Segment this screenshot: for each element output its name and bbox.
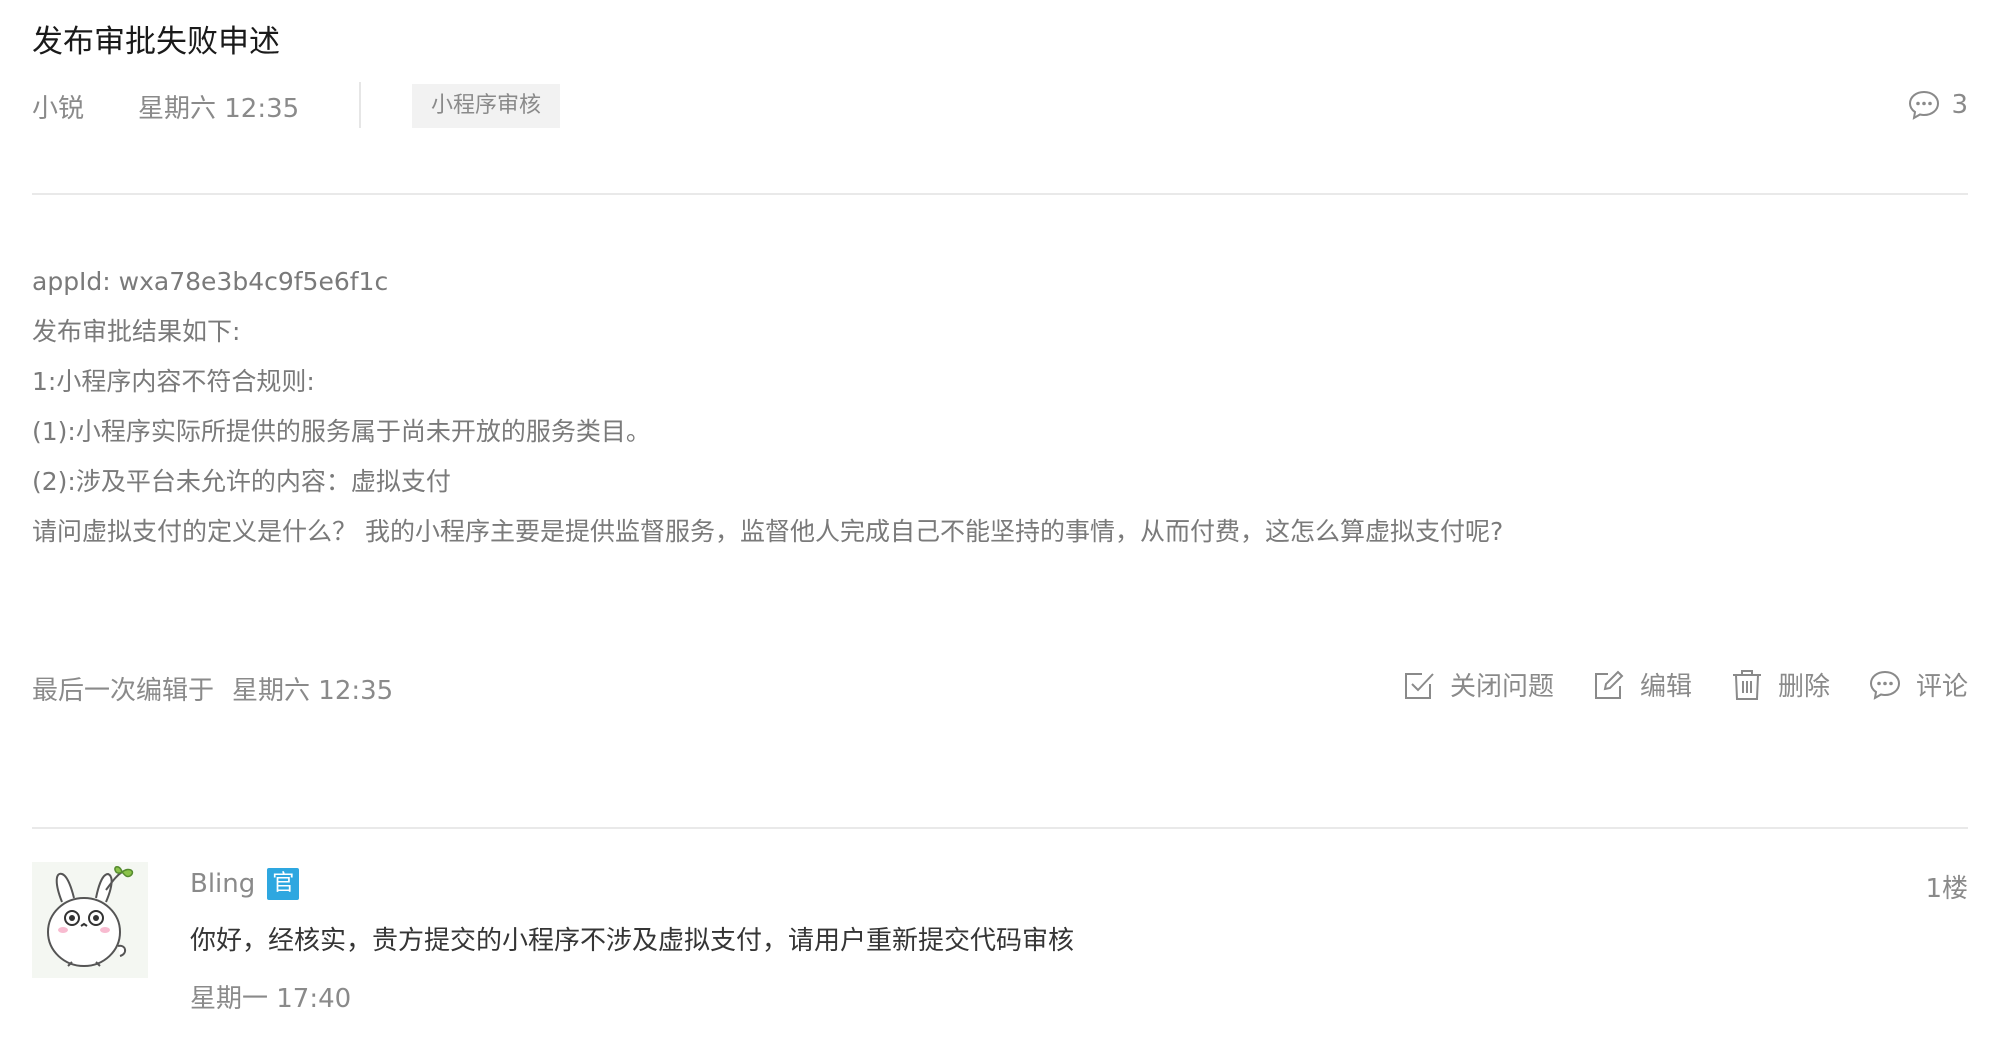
last-edited-time: 星期六 12:35 [232,676,394,706]
checkbox-icon [1404,672,1434,699]
post-footer: 最后一次编辑于 星期六 12:35 关闭问题 编辑 删除 评论 [32,666,1968,710]
post-time: 星期六 12:35 [138,94,300,124]
body-line: 1:小程序内容不符合规则: [32,367,315,396]
comment-label: 评论 [1915,672,1968,702]
comment-count-value: 3 [1951,90,1968,120]
reply-time: 星期一 17:40 [190,984,352,1014]
comment-button[interactable]: 评论 [1868,666,1968,703]
meta-separator [359,82,361,128]
edit-pencil-icon [1594,670,1624,699]
reply-author-name[interactable]: Bling [190,869,255,899]
avatar[interactable] [32,862,148,978]
body-line: 请问虚拟支付的定义是什么？ 我的小程序主要是提供监督服务，监督他人完成自己不能坚… [32,517,1504,546]
header-divider [32,193,1968,195]
body-line: (2):涉及平台未允许的内容：虚拟支付 [32,467,451,496]
last-edited-label: 最后一次编辑于 [32,676,215,706]
body-line: 发布审批结果如下: [32,317,241,346]
reply-content: 你好，经核实，贵方提交的小程序不涉及虚拟支付，请用户重新提交代码审核 [190,926,1075,956]
reply-top-divider [32,827,1968,829]
comment-bubble-icon [1869,670,1900,700]
post-meta: 小锐 星期六 12:35 小程序审核 3 [32,82,1968,130]
delete-button[interactable]: 删除 [1730,666,1830,703]
post-page: 发布审批失败申述 小锐 星期六 12:35 小程序审核 3 appId: wxa… [32,0,1968,1052]
reply-floor: 1楼 [1925,874,1968,904]
official-badge: 官 [267,868,300,900]
category-tag[interactable]: 小程序审核 [412,84,561,128]
close-question-button[interactable]: 关闭问题 [1402,666,1554,703]
comment-bubble-icon [1909,90,1940,120]
trash-icon [1732,669,1761,700]
close-question-label: 关闭问题 [1449,672,1554,702]
reply-item: Bling 官 1楼 你好，经核实，贵方提交的小程序不涉及虚拟支付，请用户重新提… [32,862,1968,1052]
post-body: appId: wxa78e3b4c9f5e6f1c 发布审批结果如下: 1:小程… [32,257,1503,557]
post-actions: 关闭问题 编辑 删除 评论 [1364,666,1968,703]
comment-count[interactable]: 3 [1907,88,1968,122]
last-edited: 最后一次编辑于 星期六 12:35 [32,670,393,707]
edit-button[interactable]: 编辑 [1592,666,1692,703]
reply-author: Bling 官 [190,868,300,900]
delete-label: 删除 [1777,672,1830,702]
body-line: appId: wxa78e3b4c9f5e6f1c [32,267,389,296]
post-title: 发布审批失败申述 [32,24,280,60]
edit-label: 编辑 [1639,672,1692,702]
totoro-avatar-icon [47,866,134,967]
author-name[interactable]: 小锐 [32,88,84,125]
body-line: (1):小程序实际所提供的服务属于尚未开放的服务类目。 [32,417,651,446]
